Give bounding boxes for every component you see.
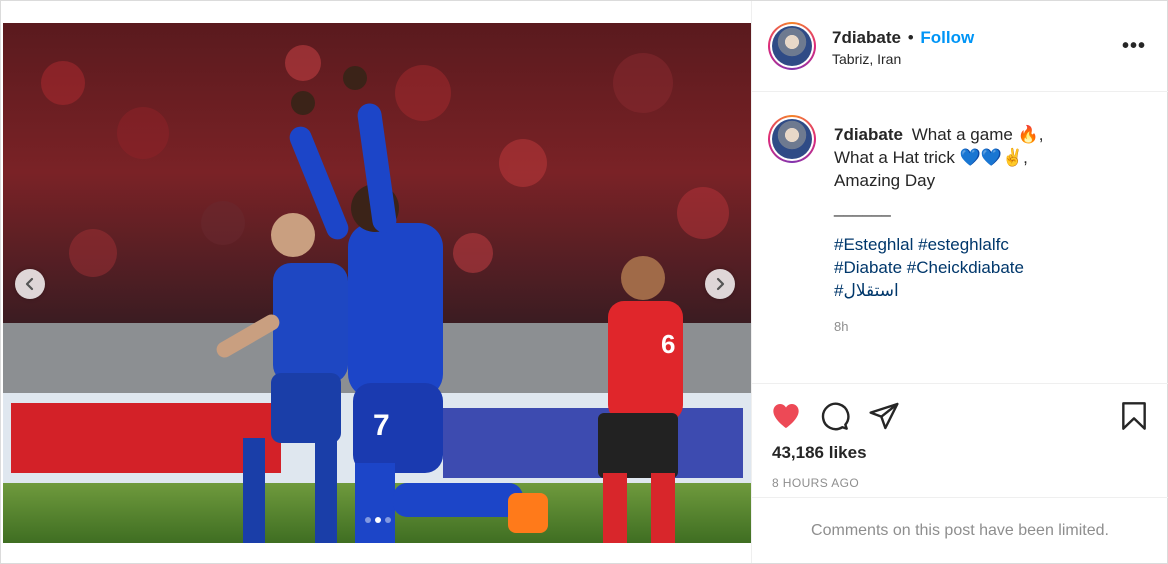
like-button[interactable] [770,400,802,432]
carousel-prev-button[interactable] [15,269,45,299]
carousel-next-button[interactable] [705,269,735,299]
comments-limited-text: Comments on this post have been limited. [811,521,1109,539]
svg-text:6: 6 [661,329,675,359]
caption-avatar[interactable] [768,115,816,163]
caption-divider: ______ [834,198,891,217]
stadium-photo: 7 6 [3,23,751,543]
username-link[interactable]: 7diabate [832,28,901,47]
avatar[interactable] [768,22,816,70]
location-link[interactable]: Tabriz, Iran [832,51,901,67]
more-options-button[interactable]: ••• [1122,36,1146,56]
carousel-dot [385,517,391,523]
caption-line-3: Amazing Day [834,171,936,190]
carousel-dot-active [375,517,381,523]
bookmark-icon [1122,402,1146,430]
post-container: 7 6 7diabate • Follow Tabriz, Iran ••• 7… [0,0,1168,564]
chevron-left-icon [25,277,34,291]
caption-username[interactable]: 7diabate [834,125,903,144]
follow-button[interactable]: Follow [920,28,974,47]
separator-dot: • [907,28,914,47]
save-button[interactable] [1118,400,1150,432]
heart-icon [773,404,799,428]
chevron-right-icon [716,277,725,291]
post-header: 7diabate • Follow Tabriz, Iran ••• [752,1,1168,92]
caption-line-2: What a Hat trick 💙💙✌️, [834,148,1028,167]
caption-timestamp[interactable]: 8h [834,319,848,334]
hashtag-line-1[interactable]: #Esteghlal #esteghlalfc [834,233,1154,256]
carousel-dot [365,517,371,523]
hashtag-line-3[interactable]: #استقلال [834,279,1154,302]
svg-text:7: 7 [373,409,390,442]
carousel-indicator [365,517,391,523]
post-image[interactable]: 7 6 [3,23,751,543]
comment-button[interactable] [818,400,850,432]
header-line: 7diabate • Follow [832,28,974,48]
caption-text: 7diabate What a game 🔥, What a Hat trick… [834,123,1154,219]
comments-limited-notice: Comments on this post have been limited. [752,497,1168,563]
likes-count[interactable]: 43,186 likes [772,443,867,463]
action-bar: 43,186 likes 8 HOURS AGO [752,383,1168,493]
caption-section: 7diabate What a game 🔥, What a Hat trick… [752,93,1168,383]
share-button[interactable] [868,400,900,432]
hashtag-line-2[interactable]: #Diabate #Cheickdiabate [834,256,1154,279]
post-sidebar: 7diabate • Follow Tabriz, Iran ••• 7diab… [751,1,1168,563]
caption-line-1: What a game 🔥, [911,125,1044,144]
comment-icon [821,402,850,431]
hashtags: #Esteghlal #esteghlalfc #Diabate #Cheick… [834,233,1154,302]
share-icon [869,402,899,430]
post-timestamp[interactable]: 8 HOURS AGO [772,476,859,490]
